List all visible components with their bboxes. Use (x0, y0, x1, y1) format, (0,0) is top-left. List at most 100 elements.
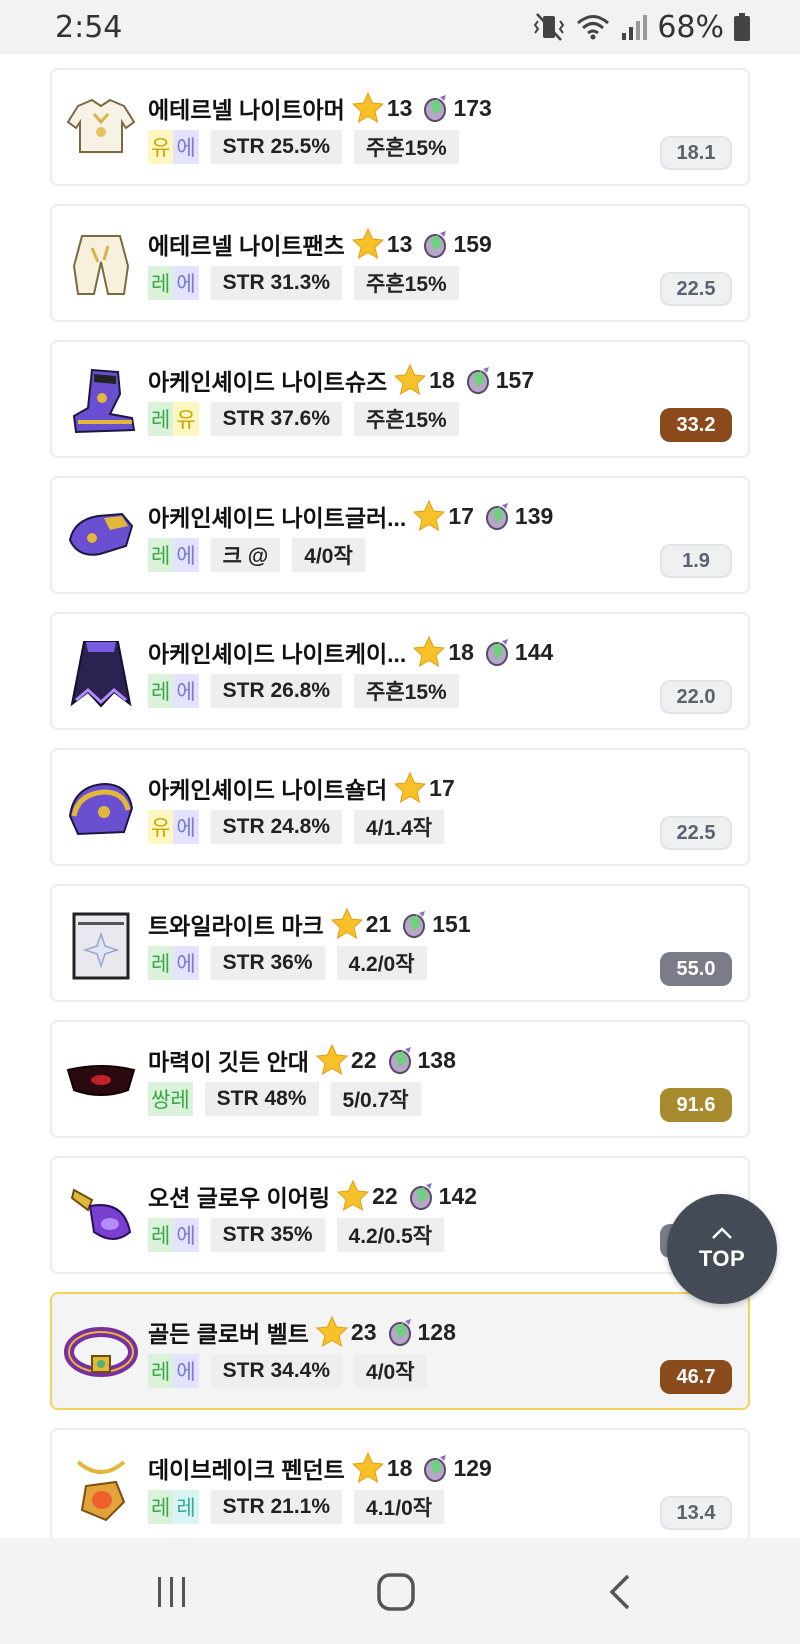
battery-percent: 68% (657, 9, 724, 45)
gem-value: 138 (417, 1046, 456, 1073)
gem-value: 139 (514, 502, 554, 529)
item-title-row: 아케인셰이드 나이트슈즈 18 157 (148, 362, 534, 398)
item-tags-row: 쌍레 STR 48% 5/0.7작 (148, 1082, 421, 1116)
item-card[interactable]: 데이브레이크 펜던트 18 129 레 레 STR 21.1% 4.1/0작 13.4 (50, 1428, 750, 1538)
back-icon (609, 1574, 630, 1610)
belt-icon (64, 1316, 138, 1390)
recent-apps-button[interactable] (142, 1568, 202, 1616)
item-card[interactable]: 아케인셰이드 나이트슈즈 18 157 레 유 STR 37.6% 주흔15% 33.2 (50, 340, 750, 458)
gem-icon (422, 93, 450, 123)
potential-grade: 유 (148, 810, 174, 844)
item-name: 에테르넬 나이트팬츠 (148, 233, 345, 259)
star-force-count: 17 (429, 774, 455, 801)
gem-icon (484, 637, 512, 667)
star-force-count: 22 (350, 1046, 377, 1073)
item-card[interactable]: 오션 글로우 이어링22142레에STR 35%4.2/0.5작52.6 (50, 1156, 750, 1274)
status-bar: 2:54 68% (0, 0, 800, 54)
score-badge: 18.1 (660, 136, 732, 170)
item-tags-row: 레에 크 @ 4/0작 (148, 538, 365, 572)
potential-badge: 레에 (148, 1354, 199, 1388)
potential-grade: 에 (173, 538, 199, 572)
potential-grade: 에 (173, 810, 199, 844)
star-force-count: 13 (386, 230, 413, 257)
item-name: 오션 글로우 이어링 (148, 1185, 331, 1211)
item-title-row: 오션 글로우 이어링 22 142 (148, 1178, 477, 1214)
item-card[interactable]: 골든 클로버 벨트 23 128 레 에 STR 34.4% 4/0작 46.7 (50, 1292, 750, 1410)
stat-tag: STR 25.5% (210, 130, 343, 164)
item-list[interactable]: 에테르넬 나이트아머 13 173 유 에 STR 25.5% 주흔15% 18.1 에테르넬 … (0, 54, 800, 1538)
option-tag: 4/0작 (292, 538, 365, 572)
option-tag: 5/0.7작 (330, 1082, 421, 1116)
eyepatch-icon (64, 1044, 138, 1118)
score-badge: 46.7 (660, 1360, 732, 1394)
item-tags-row: 레 에 STR 26.8% 주흔15% (148, 674, 459, 708)
item-title-row: 아케인셰이드 나이트숄더 17 (148, 770, 455, 806)
gem-icon (408, 1181, 436, 1211)
status-time: 2:54 (55, 9, 123, 45)
star-icon (315, 1315, 349, 1349)
item-card[interactable]: 마력이 깃든 안대 22 138 쌍레 STR 48% 5/0.7작 91.6 (50, 1020, 750, 1138)
potential-badge: 레에 (148, 946, 199, 980)
home-button[interactable] (366, 1568, 426, 1616)
potential-grade: 레 (173, 1490, 199, 1524)
score-badge: 55.0 (660, 952, 732, 986)
item-tags-row: 레 에 STR 34.4% 4/0작 (148, 1354, 427, 1388)
back-button[interactable] (590, 1568, 650, 1616)
potential-grade: 에 (173, 1354, 199, 1388)
wifi-icon (577, 15, 610, 40)
potential-badge: 레레 (148, 1490, 199, 1524)
star-icon (336, 1179, 370, 1213)
star-force-count: 18 (448, 638, 474, 665)
option-tag: 주흔15% (354, 402, 459, 436)
recent-apps-icon (158, 1577, 185, 1607)
gem-value: 157 (495, 366, 535, 393)
potential-grade: 에 (173, 130, 199, 164)
score-badge: 22.0 (660, 680, 732, 714)
score-badge: 22.5 (660, 272, 732, 306)
stat-tag: STR 48% (204, 1082, 319, 1116)
star-icon (351, 227, 385, 261)
item-name: 마력이 깃든 안대 (148, 1049, 309, 1075)
potential-grade: 에 (173, 674, 199, 708)
gem-value: 173 (453, 94, 492, 121)
item-card[interactable]: 에테르넬 나이트팬츠 13 159 레 에 STR 31.3% 주흔15% 22.5 (50, 204, 750, 322)
star-force-count: 21 (365, 910, 392, 937)
potential-badge: 레에 (148, 538, 199, 572)
potential-badge: 레에 (148, 1218, 199, 1252)
gem-icon (422, 229, 450, 259)
item-name: 에테르넬 나이트아머 (148, 97, 345, 123)
item-name: 아케인셰이드 나이트슈즈 (148, 369, 388, 395)
item-title-row: 골든 클로버 벨트 23 128 (148, 1314, 456, 1350)
option-tag: 4.1/0작 (354, 1490, 445, 1524)
gem-icon (465, 365, 493, 395)
battery-icon (734, 13, 750, 41)
item-title-row: 데이브레이크 펜던트 18 129 (148, 1450, 492, 1486)
stat-tag: STR 24.8% (210, 810, 343, 844)
potential-grade: 에 (173, 266, 199, 300)
item-card[interactable]: 트와일라이트 마크 21 151 레 에 STR 36% 4.2/0작 55.0 (50, 884, 750, 1002)
star-icon (393, 771, 427, 805)
item-name: 아케인셰이드 나이트케이... (148, 641, 407, 667)
star-icon (315, 1043, 349, 1077)
scroll-top-button[interactable]: TOP (667, 1194, 777, 1304)
item-card[interactable]: 아케인셰이드 나이트글러... 17 139 레 에 크 @ 4/0작 1.9 (50, 476, 750, 594)
score-badge: 22.5 (660, 816, 732, 850)
signal-icon (622, 15, 648, 40)
star-icon (412, 635, 446, 669)
star-icon (412, 499, 446, 533)
eternel-armor-icon (64, 92, 138, 166)
stat-tag: STR 21.1% (210, 1490, 343, 1524)
option-tag: 4/0작 (354, 1354, 427, 1388)
potential-badge: 쌍레 (148, 1082, 193, 1116)
item-name: 골든 클로버 벨트 (148, 1321, 309, 1347)
potential-grade: 레 (148, 674, 174, 708)
item-card[interactable]: 아케인셰이드 나이트케이... 18 144 레 에 STR 26.8% 주흔15% 22.0 (50, 612, 750, 730)
gem-value: 142 (438, 1182, 478, 1209)
item-card[interactable]: 아케인셰이드 나이트숄더 17 유 에 STR 24.8% 4/1.4작 22.5 (50, 748, 750, 866)
item-tags-row: 레 레 STR 21.1% 4.1/0작 (148, 1490, 445, 1524)
item-card[interactable]: 에테르넬 나이트아머 13 173 유 에 STR 25.5% 주흔15% 18.1 (50, 68, 750, 186)
star-force-count: 18 (429, 366, 455, 393)
system-nav-bar (0, 1538, 800, 1644)
item-title-row: 아케인셰이드 나이트케이... 18 144 (148, 634, 553, 670)
pendant-icon (64, 1452, 138, 1526)
